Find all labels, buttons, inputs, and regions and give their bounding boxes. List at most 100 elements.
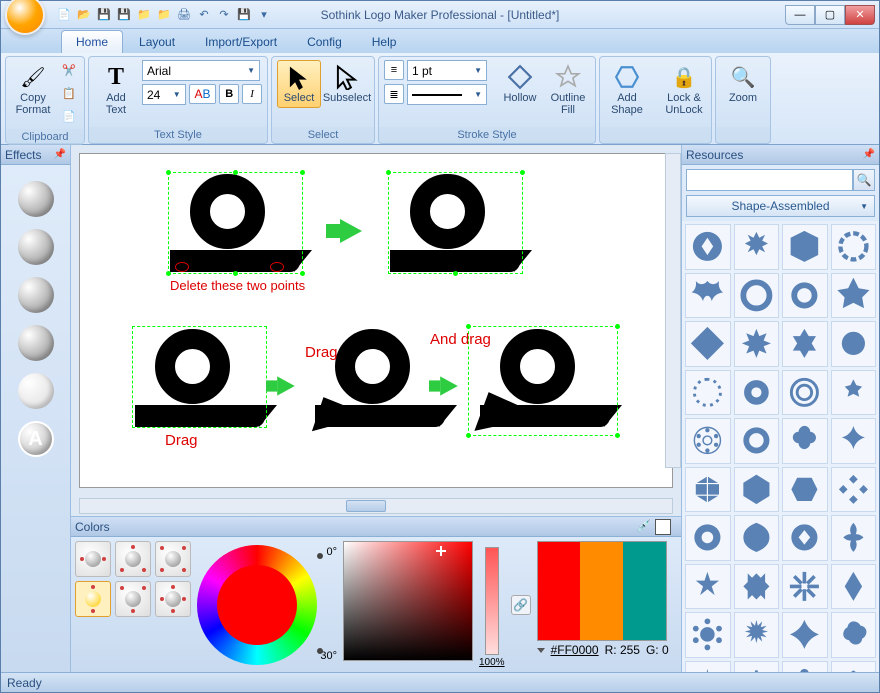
qat-folder2-icon[interactable]: 📁 [155,6,173,24]
shape-item[interactable] [831,418,877,464]
shape-item[interactable] [685,321,731,367]
shape-item[interactable] [831,661,877,673]
qat-saveall-icon[interactable]: 💾 [115,6,133,24]
shape-item[interactable] [685,564,731,610]
shape-item[interactable] [685,418,731,464]
add-text-button[interactable]: T Add Text [94,60,138,120]
shape-item[interactable] [831,467,877,513]
hex-dropdown[interactable] [537,648,545,653]
shape-item[interactable] [782,661,828,673]
effect-preset-4[interactable] [18,325,54,361]
select-button[interactable]: Select [277,60,321,108]
tab-help[interactable]: Help [358,31,411,53]
linestyle-dropdown[interactable]: ▼ [407,84,487,105]
eyedropper-icon[interactable]: 💉 [636,519,651,535]
effect-preset-1[interactable] [18,181,54,217]
shape-item[interactable] [685,661,731,673]
lineweight-dropdown[interactable]: 1 pt▼ [407,60,487,81]
zoom-button[interactable]: 🔍 Zoom [721,60,765,108]
shape-item[interactable] [734,321,780,367]
shape-item[interactable] [685,515,731,561]
lock-button[interactable]: 🔒 Lock & UnLock [662,60,706,120]
preset-6[interactable] [155,581,191,617]
shape-item[interactable] [831,321,877,367]
tab-home[interactable]: Home [61,30,123,53]
shape-item[interactable] [734,273,780,319]
preset-5[interactable] [115,581,151,617]
preset-2[interactable] [115,541,151,577]
preset-3[interactable] [155,541,191,577]
qat-redo-icon[interactable]: ↷ [215,6,233,24]
effect-preset-3[interactable] [18,277,54,313]
qat-new-icon[interactable]: 📄 [55,6,73,24]
font-dropdown[interactable]: Arial▼ [142,60,260,81]
add-shape-button[interactable]: Add Shape [605,60,649,120]
bold-button[interactable]: B [219,84,239,104]
shape-item[interactable] [734,467,780,513]
shape-item[interactable] [782,564,828,610]
shape-item[interactable] [734,612,780,658]
pin-icon[interactable]: 📌 [863,149,875,160]
shape-item[interactable] [685,467,731,513]
shape-item[interactable] [734,370,780,416]
resource-search-button[interactable]: 🔍 [853,169,875,191]
shape-item[interactable] [685,273,731,319]
shape-item[interactable] [831,564,877,610]
hollow-button[interactable]: Hollow [498,60,542,108]
shape-item[interactable] [734,515,780,561]
subselect-button[interactable]: Subselect [325,60,369,108]
effect-preset-2[interactable] [18,229,54,265]
shape-item[interactable] [782,321,828,367]
shape-item[interactable] [734,418,780,464]
linestyle-icon[interactable]: ≣ [384,84,404,104]
hex-value[interactable]: #FF0000 [551,643,599,657]
link-colors-button[interactable]: 🔗 [511,595,531,615]
minimize-button[interactable]: — [785,5,815,25]
italic-button[interactable]: I [242,84,262,104]
canvas-vscroll[interactable] [665,153,681,468]
effect-preset-5[interactable] [18,373,54,409]
lineweight-icon[interactable]: ≡ [384,60,404,80]
preset-4[interactable] [75,581,111,617]
charsel-button[interactable]: AB [189,84,217,104]
shape-item[interactable] [734,661,780,673]
canvas[interactable]: Delete these two points Drag Drag [79,153,673,488]
shape-item[interactable] [831,515,877,561]
shape-item[interactable] [685,224,731,270]
qat-undo-icon[interactable]: ↶ [195,6,213,24]
qat-print-icon[interactable]: 🖨 [175,6,193,24]
effect-preset-text[interactable]: A [18,421,54,457]
palette-swatches[interactable] [537,541,667,641]
shape-item[interactable] [782,273,828,319]
shape-item[interactable] [831,273,877,319]
tab-layout[interactable]: Layout [125,31,189,53]
shape-item[interactable] [782,612,828,658]
qat-dropdown-icon[interactable]: ▾ [255,6,273,24]
outline-fill-button[interactable]: Outline Fill [546,60,590,120]
shape-item[interactable] [831,370,877,416]
preset-1[interactable] [75,541,111,577]
shape-item[interactable] [685,612,731,658]
tab-config[interactable]: Config [293,31,356,53]
color-wheel[interactable] [197,545,317,665]
tab-import-export[interactable]: Import/Export [191,31,291,53]
qat-save-icon[interactable]: 💾 [95,6,113,24]
qat-folder-icon[interactable]: 📁 [135,6,153,24]
shape-item[interactable] [734,224,780,270]
current-color-swatch[interactable] [655,519,671,535]
maximize-button[interactable]: ▢ [815,5,845,25]
qat-open-icon[interactable]: 📂 [75,6,93,24]
copy-icon[interactable]: 📋 [59,83,79,103]
resource-search-input[interactable] [686,169,853,191]
shape-item[interactable] [831,612,877,658]
cut-icon[interactable]: ✂️ [59,60,79,80]
saturation-box[interactable] [343,541,473,661]
shape-item[interactable] [782,467,828,513]
alpha-slider[interactable] [485,547,499,655]
pin-icon[interactable]: 📌 [54,149,66,160]
copy-format-button[interactable]: 🖌 Copy Format [11,60,55,120]
shape-item[interactable] [831,224,877,270]
fontsize-dropdown[interactable]: 24▼ [142,84,186,105]
shape-item[interactable] [734,564,780,610]
resource-category-dropdown[interactable]: Shape-Assembled [686,195,875,217]
